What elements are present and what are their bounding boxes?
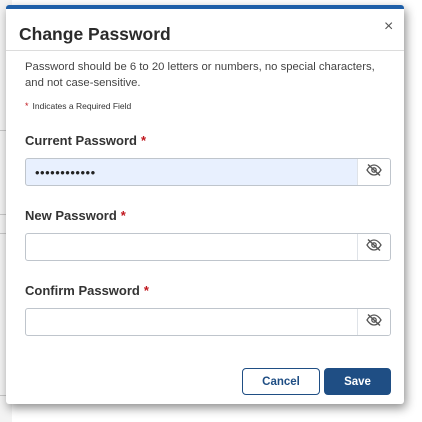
cancel-button[interactable]: Cancel xyxy=(242,368,320,395)
dialog-title: Change Password xyxy=(19,24,171,44)
toggle-visibility-button[interactable] xyxy=(357,309,390,335)
required-note-text: Indicates a Required Field xyxy=(32,101,132,111)
current-password-input[interactable] xyxy=(26,159,356,185)
confirm-password-label-text: Confirm Password xyxy=(25,283,140,298)
confirm-password-input[interactable] xyxy=(26,309,356,335)
save-button[interactable]: Save xyxy=(324,368,391,395)
current-password-label-text: Current Password xyxy=(25,133,137,148)
current-password-field xyxy=(25,158,391,186)
eye-slash-icon xyxy=(366,313,382,331)
current-password-label: Current Password * xyxy=(25,133,146,148)
toggle-visibility-button[interactable] xyxy=(357,159,390,185)
change-password-dialog: Change Password × Password should be 6 t… xyxy=(6,5,404,404)
toggle-visibility-button[interactable] xyxy=(357,234,390,260)
eye-slash-icon xyxy=(366,163,382,181)
new-password-input[interactable] xyxy=(26,234,356,260)
required-asterisk: * xyxy=(143,283,149,298)
required-marker: * xyxy=(25,101,29,111)
required-asterisk: * xyxy=(140,133,147,148)
new-password-field xyxy=(25,233,391,261)
header-divider xyxy=(6,50,404,51)
confirm-password-label: Confirm Password * xyxy=(25,283,149,298)
required-asterisk: * xyxy=(120,208,126,223)
eye-slash-icon xyxy=(366,238,382,256)
required-field-note: * Indicates a Required Field xyxy=(25,101,131,111)
new-password-label-text: New Password xyxy=(25,208,117,223)
new-password-label: New Password * xyxy=(25,208,126,223)
confirm-password-field xyxy=(25,308,391,336)
close-icon[interactable]: × xyxy=(384,19,393,35)
password-requirements-text: Password should be 6 to 20 letters or nu… xyxy=(25,61,375,89)
